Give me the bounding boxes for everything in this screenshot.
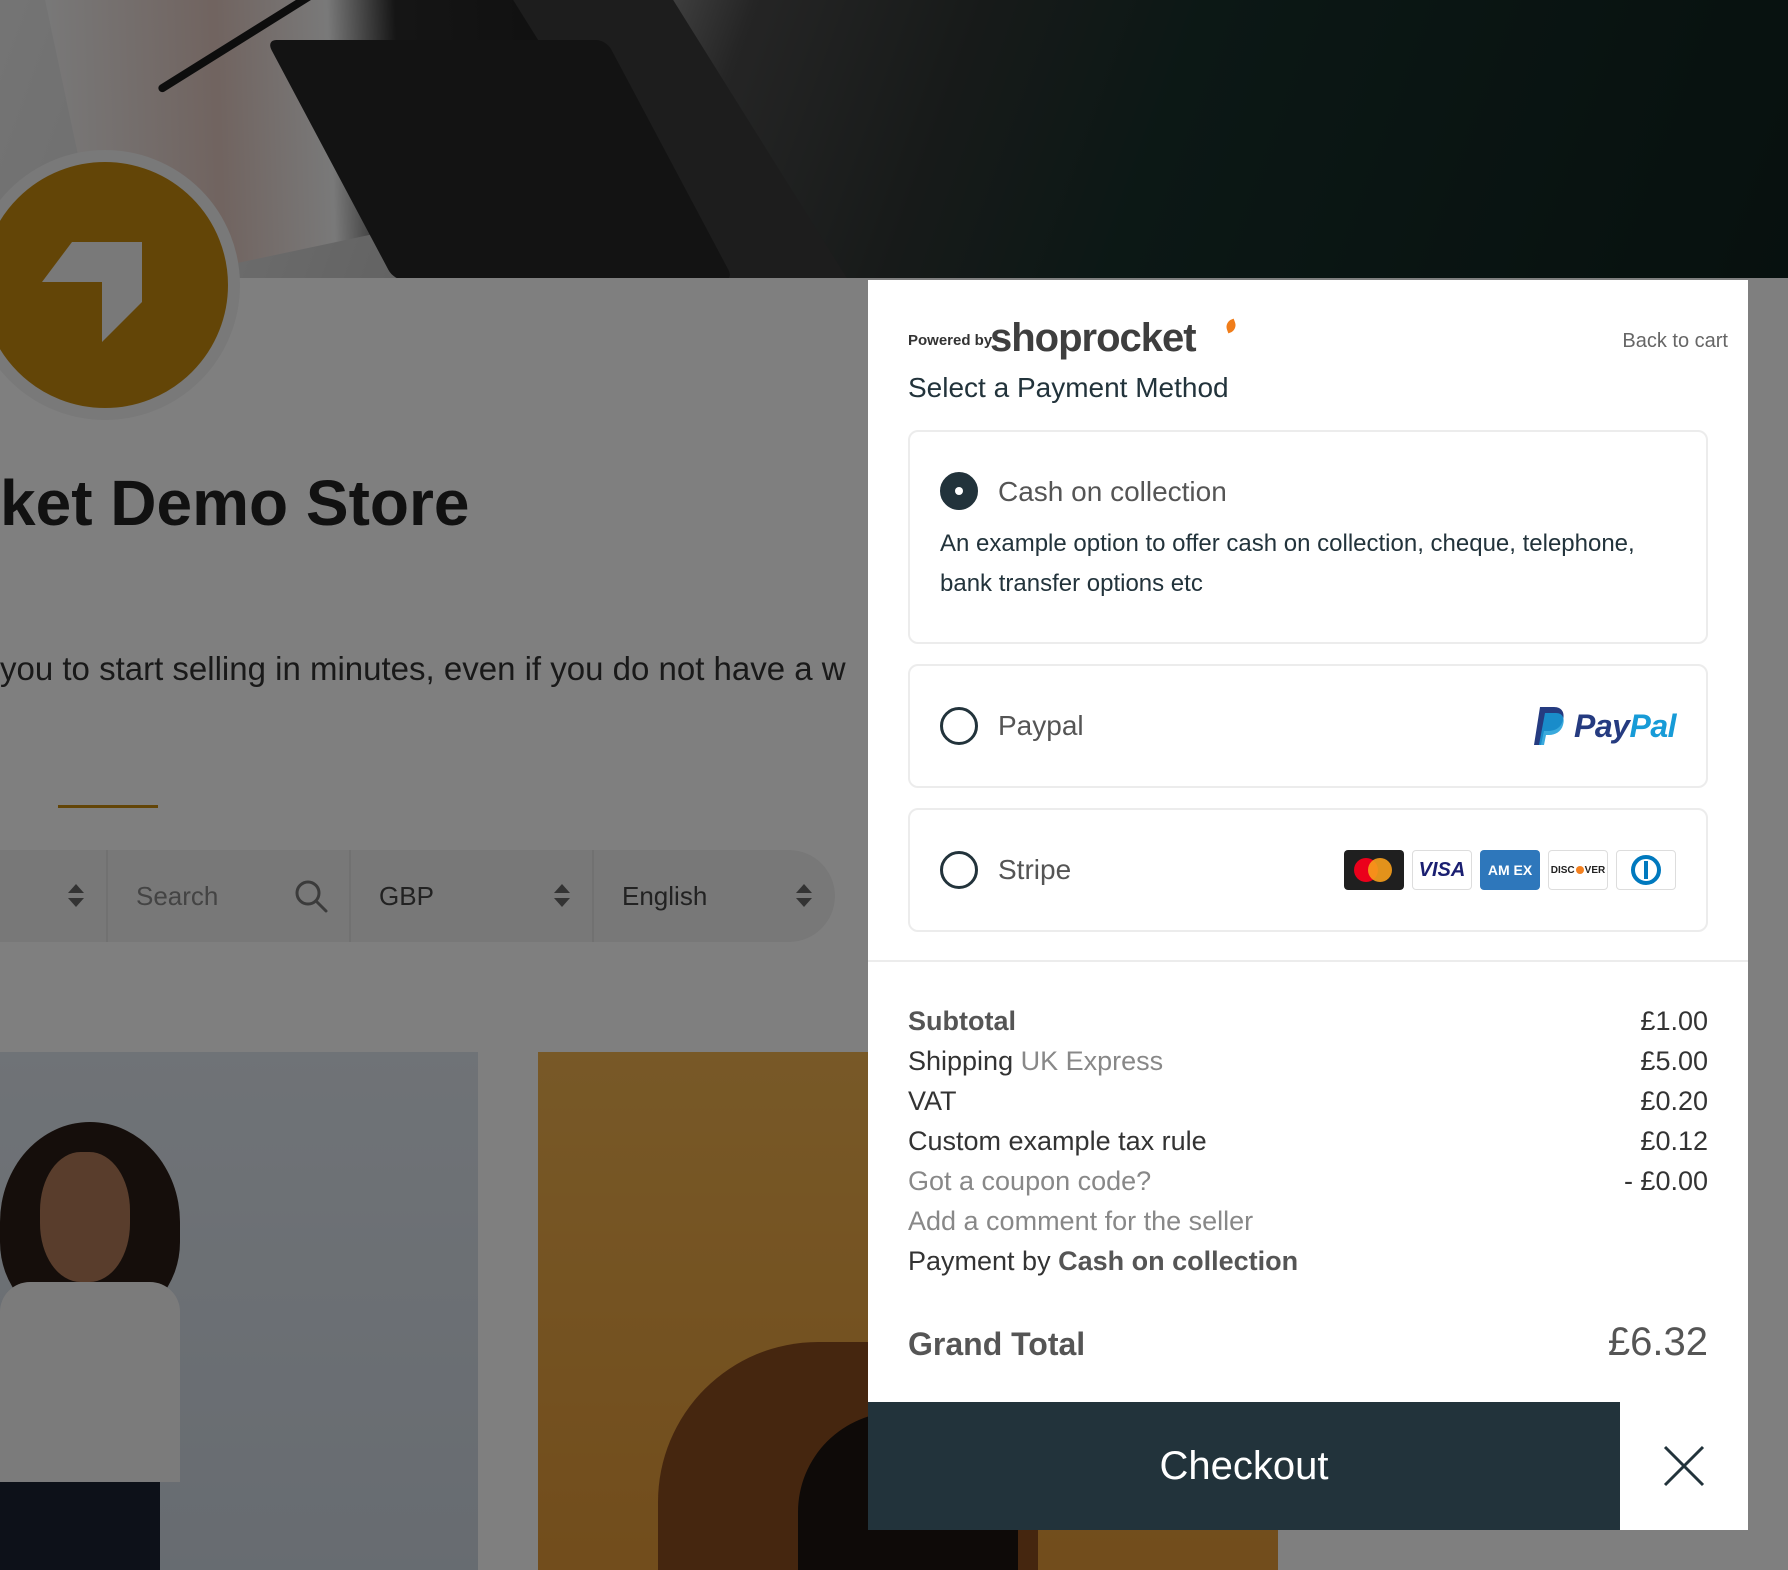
modal-header: Powered by shoprocket Back to cart: [908, 300, 1728, 360]
radio-paypal[interactable]: [940, 707, 978, 745]
custom-tax-label: Custom example tax rule: [908, 1126, 1207, 1156]
discover-icon: DISC VER: [1548, 850, 1608, 890]
grand-total-value: £6.32: [1607, 1320, 1708, 1364]
discover-text-2: VER: [1584, 864, 1606, 876]
payment-option-stripe[interactable]: Stripe VISA AM EX DISC VER: [908, 808, 1708, 932]
rocket-flame-icon: [1224, 318, 1238, 334]
visa-icon: VISA: [1412, 850, 1472, 890]
paypal-word-pay: Pay: [1574, 707, 1630, 744]
payment-option-description: An example option to offer cash on colle…: [940, 530, 1635, 597]
amex-icon: AM EX: [1480, 850, 1540, 890]
radio-cash[interactable]: [940, 472, 978, 510]
add-comment-link[interactable]: Add a comment for the seller: [908, 1206, 1253, 1237]
coupon-value: - £0.00: [1623, 1166, 1708, 1196]
coupon-row: Got a coupon code? - £0.00: [908, 1166, 1708, 1206]
paypal-word-pal: Pal: [1629, 707, 1676, 744]
diners-icon: [1616, 850, 1676, 890]
payment-option-label: Paypal: [998, 710, 1084, 741]
card-logos: VISA AM EX DISC VER: [1344, 850, 1676, 890]
payment-method-heading: Select a Payment Method: [908, 372, 1229, 403]
shoprocket-logo: shoprocket: [990, 316, 1197, 360]
discover-text-1: DISC: [1550, 864, 1575, 876]
vat-label: VAT: [908, 1086, 957, 1116]
shipping-value: £5.00: [1640, 1046, 1708, 1076]
vat-value: £0.20: [1640, 1086, 1708, 1116]
summary-divider: [868, 960, 1748, 962]
order-summary: Subtotal £1.00 Shipping UK Express £5.00…: [908, 1006, 1708, 1286]
payment-by-value: Cash on collection: [1058, 1246, 1299, 1276]
checkout-modal: Powered by shoprocket Back to cart Selec…: [868, 280, 1748, 1530]
subtotal-value: £1.00: [1640, 1006, 1708, 1036]
checkout-button[interactable]: Checkout: [868, 1402, 1620, 1530]
mastercard-icon: [1344, 850, 1404, 890]
custom-tax-row: Custom example tax rule £0.12: [908, 1126, 1708, 1166]
paypal-logo: PayPal: [1532, 704, 1676, 748]
radio-stripe[interactable]: [940, 851, 978, 889]
shipping-label: Shipping: [908, 1046, 1014, 1076]
payment-by-group: Payment by Cash on collection: [908, 1246, 1298, 1277]
paypal-p-icon: [1534, 707, 1564, 745]
grand-total-label: Grand Total: [908, 1326, 1086, 1362]
powered-by-label: Powered by: [908, 332, 993, 349]
close-button[interactable]: [1620, 1402, 1748, 1530]
subtotal-label: Subtotal: [908, 1006, 1016, 1036]
payment-by-row: Payment by Cash on collection: [908, 1246, 1708, 1286]
grand-total-row: Grand Total £6.32: [908, 1320, 1708, 1370]
custom-tax-value: £0.12: [1640, 1126, 1708, 1156]
close-icon: [1663, 1445, 1705, 1487]
shipping-row: Shipping UK Express £5.00: [908, 1046, 1708, 1086]
coupon-link[interactable]: Got a coupon code?: [908, 1166, 1151, 1197]
shipping-label-group: Shipping UK Express: [908, 1046, 1163, 1077]
checkout-label: Checkout: [1159, 1443, 1329, 1488]
shipping-method[interactable]: UK Express: [1021, 1046, 1164, 1076]
payment-option-label: Cash on collection: [998, 476, 1227, 507]
back-to-cart-link[interactable]: Back to cart: [1622, 330, 1728, 353]
payment-by-label: Payment by: [908, 1246, 1051, 1276]
payment-option-paypal[interactable]: Paypal PayPal: [908, 664, 1708, 788]
payment-option-label: Stripe: [998, 854, 1072, 885]
subtotal-row: Subtotal £1.00: [908, 1006, 1708, 1046]
comment-row: Add a comment for the seller: [908, 1206, 1708, 1246]
payment-option-cash[interactable]: Cash on collection An example option to …: [908, 430, 1708, 644]
paypal-wordmark: PayPal: [1574, 708, 1676, 745]
vat-row: VAT £0.20: [908, 1086, 1708, 1126]
